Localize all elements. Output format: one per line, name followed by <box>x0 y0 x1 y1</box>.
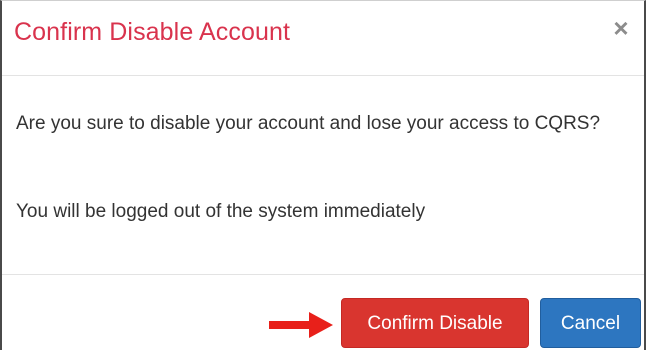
confirm-disable-account-dialog: Confirm Disable Account × Are you sure t… <box>0 0 646 350</box>
modal-header: Confirm Disable Account × <box>2 1 644 76</box>
cancel-button[interactable]: Cancel <box>540 298 641 348</box>
confirmation-question: Are you sure to disable your account and… <box>16 113 601 134</box>
red-arrow-icon <box>269 312 333 338</box>
modal-title: Confirm Disable Account <box>14 18 291 46</box>
logout-notice: You will be logged out of the system imm… <box>16 201 426 222</box>
confirm-disable-button[interactable]: Confirm Disable <box>341 298 529 348</box>
modal-footer: Confirm Disable Cancel <box>2 275 644 350</box>
close-icon[interactable]: × <box>608 13 634 43</box>
modal-body: Are you sure to disable your account and… <box>2 76 644 275</box>
